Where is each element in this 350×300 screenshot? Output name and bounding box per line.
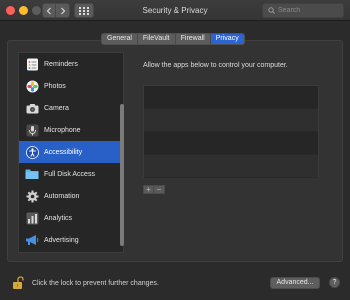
zoom-window-button[interactable] <box>32 6 41 15</box>
advanced-button[interactable]: Advanced... <box>270 277 320 289</box>
search-icon <box>268 7 275 14</box>
sidebar-item-automation[interactable]: Automation <box>19 185 123 207</box>
sidebar-item-label: Accessibility <box>44 148 83 156</box>
window-title: Security & Privacy <box>142 6 208 15</box>
tab-privacy[interactable]: Privacy <box>210 34 244 44</box>
minimize-window-button[interactable] <box>19 6 28 15</box>
lock-status-text: Click the lock to prevent further change… <box>32 280 159 287</box>
list-item[interactable] <box>144 86 318 109</box>
camera-icon <box>25 101 39 115</box>
sidebar-item-label: Analytics <box>44 214 73 222</box>
apps-list[interactable] <box>143 85 319 178</box>
add-remove-buttons: + − <box>143 185 165 194</box>
analytics-icon <box>25 211 39 225</box>
sidebar-item-full-disk-access[interactable]: Full Disk Access <box>19 163 123 185</box>
sidebar-item-microphone[interactable]: Microphone <box>19 119 123 141</box>
sidebar-item-label: Reminders <box>44 60 78 68</box>
show-all-button[interactable] <box>74 3 94 18</box>
sidebar-item-label: Advertising <box>44 236 79 244</box>
chevron-right-icon <box>60 7 65 14</box>
tab-bar: General FileVault Firewall Privacy <box>101 33 245 45</box>
navigation-buttons <box>42 3 70 18</box>
sidebar-item-label: Photos <box>44 82 66 90</box>
folder-icon <box>25 167 39 181</box>
search-field[interactable] <box>262 3 344 18</box>
reminders-icon <box>25 57 39 71</box>
sidebar-item-accessibility[interactable]: Accessibility <box>19 141 123 163</box>
sidebar-item-label: Microphone <box>44 126 81 134</box>
close-window-button[interactable] <box>6 6 15 15</box>
add-app-button[interactable]: + <box>143 185 154 194</box>
list-item[interactable] <box>144 155 318 178</box>
chevron-left-icon <box>46 7 51 14</box>
sidebar-item-reminders[interactable]: Reminders <box>19 53 123 75</box>
unlocked-padlock-icon <box>13 276 24 289</box>
title-bar: Security & Privacy <box>0 0 350 21</box>
sidebar-item-advertising[interactable]: Advertising <box>19 229 123 251</box>
list-item[interactable] <box>144 132 318 155</box>
accessibility-icon <box>25 145 39 159</box>
tab-filevault[interactable]: FileVault <box>137 34 176 44</box>
sidebar-item-camera[interactable]: Camera <box>19 97 123 119</box>
lock-button[interactable] <box>12 276 26 295</box>
sidebar-scrollbar[interactable] <box>120 104 124 246</box>
tab-general[interactable]: General <box>102 34 138 44</box>
search-input[interactable] <box>278 7 338 14</box>
sidebar-item-label: Camera <box>44 104 69 112</box>
sidebar-item-label: Automation <box>44 192 80 200</box>
help-button[interactable]: ? <box>329 277 340 288</box>
back-button[interactable] <box>42 3 56 18</box>
forward-button[interactable] <box>56 3 70 18</box>
photos-icon <box>25 79 39 93</box>
list-item[interactable] <box>144 109 318 132</box>
microphone-icon <box>25 123 39 137</box>
sidebar-item-label: Full Disk Access <box>44 170 95 178</box>
tab-firewall[interactable]: Firewall <box>175 34 211 44</box>
megaphone-icon <box>25 233 39 247</box>
grid-icon <box>79 6 89 15</box>
permission-description: Allow the apps below to control your com… <box>143 62 288 69</box>
gear-icon <box>25 189 39 203</box>
remove-app-button[interactable]: − <box>154 185 165 194</box>
sidebar-item-photos[interactable]: Photos <box>19 75 123 97</box>
sidebar-item-analytics[interactable]: Analytics <box>19 207 123 229</box>
privacy-category-list[interactable]: Reminders Photos Camera Microphone Acces… <box>18 52 124 253</box>
